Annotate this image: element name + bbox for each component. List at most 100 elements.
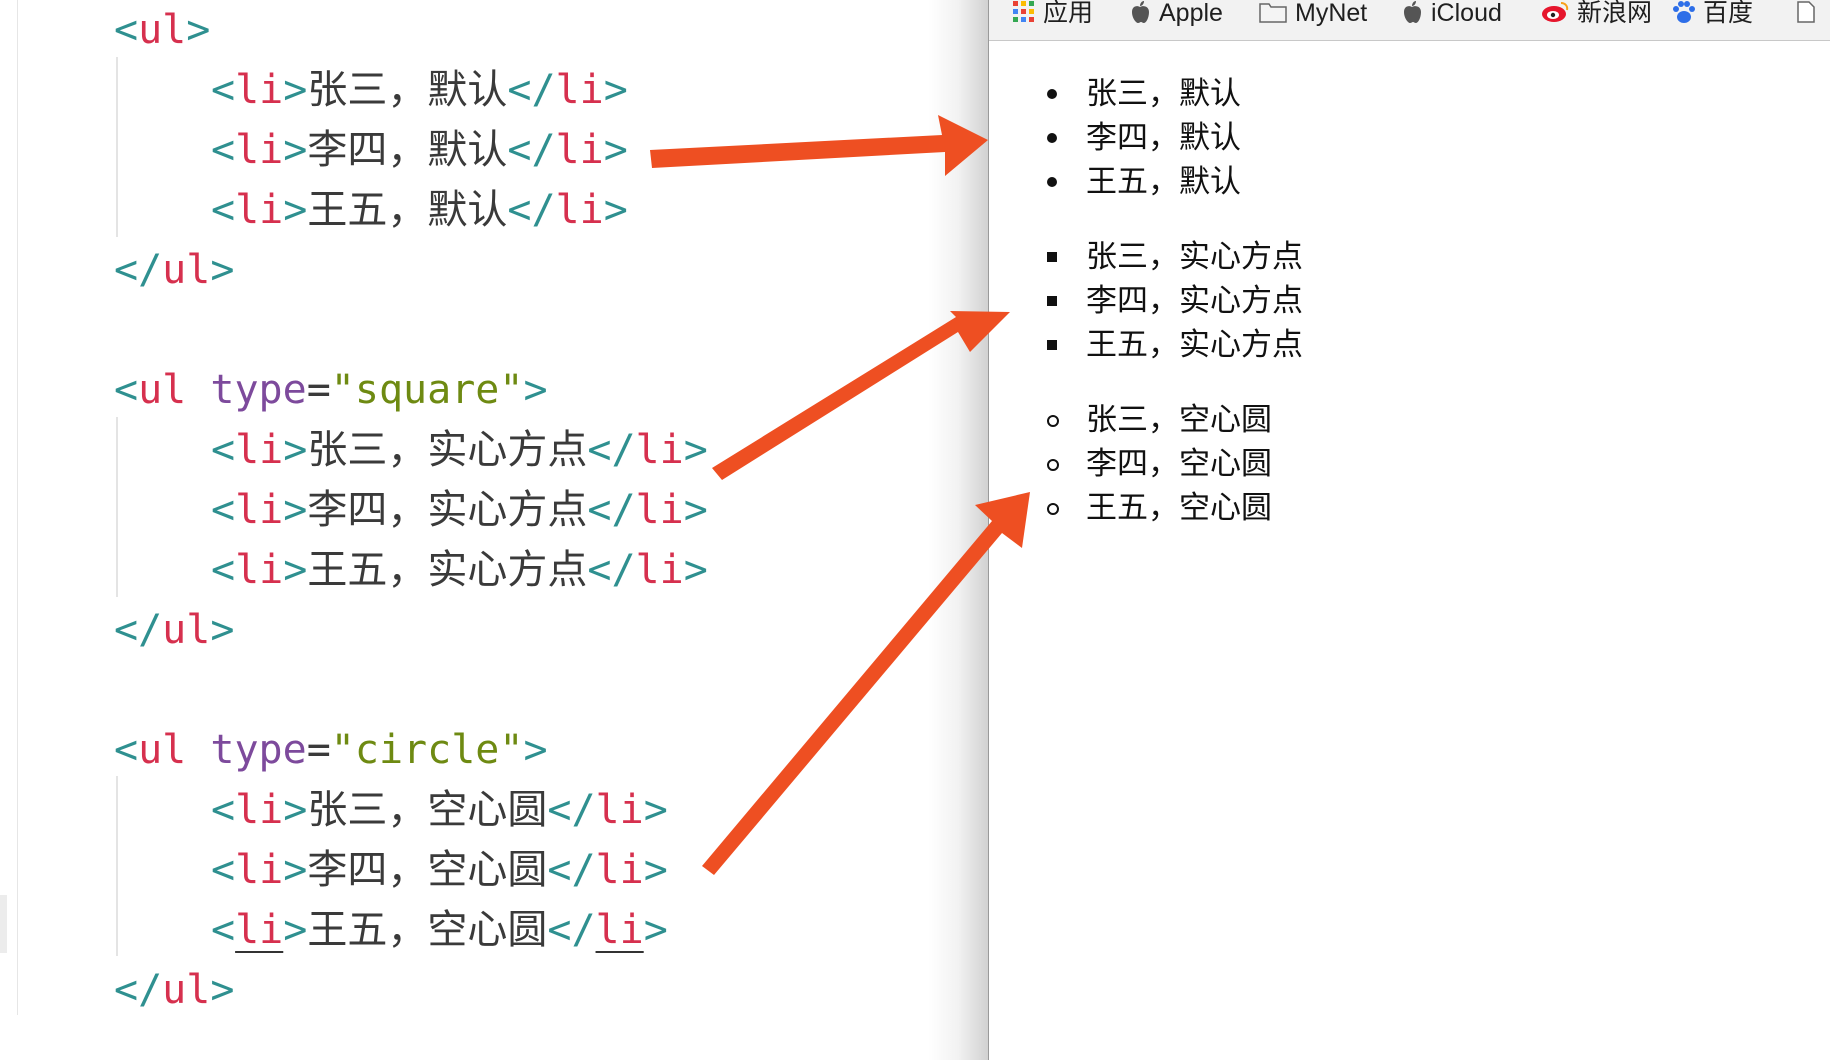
folder-icon	[1259, 1, 1287, 28]
bookmark-apple[interactable]: Apple	[1129, 0, 1223, 28]
code-line-li[interactable]: <li>李四，实心方点</li>	[211, 480, 708, 540]
code-line-ul-close[interactable]: </ul>	[114, 960, 234, 1020]
bookmark-label: iCloud	[1431, 0, 1502, 28]
list-item-text: 张三，空心圆	[1086, 402, 1272, 438]
bullet-disc-icon	[1047, 177, 1057, 187]
list-item: 李四，空心圆	[989, 442, 1272, 486]
tag-bracket: <	[211, 907, 236, 953]
tag-name: li	[555, 187, 604, 233]
tag-bracket: >	[603, 67, 628, 113]
tag-bracket: <	[114, 367, 139, 413]
tag-bracket: </	[587, 487, 636, 533]
bullet-circle-icon	[1047, 459, 1059, 471]
tag-bracket: >	[603, 127, 628, 173]
li-text: 王五，实心方点	[307, 547, 588, 593]
code-line-ul-open[interactable]: <ul>	[114, 0, 210, 60]
tag-name: li	[235, 787, 284, 833]
tag-bracket: >	[603, 187, 628, 233]
tag-bracket: >	[283, 187, 308, 233]
list-item: 张三，实心方点	[989, 235, 1303, 279]
bookmark-mynet[interactable]: MyNet	[1259, 0, 1367, 28]
bullet-square-icon	[1047, 252, 1057, 262]
code-line-ul-open[interactable]: <ul type="square">	[114, 360, 548, 420]
tag-bracket: >	[523, 367, 548, 413]
li-text: 王五，默认	[307, 187, 508, 233]
li-text: 张三，实心方点	[307, 427, 588, 473]
tag-bracket: </	[587, 547, 636, 593]
tag-name: li	[235, 67, 284, 113]
list-item-text: 张三，实心方点	[1086, 239, 1303, 275]
bullet-circle-icon	[1047, 415, 1059, 427]
li-text: 李四，默认	[307, 127, 508, 173]
tag-bracket: >	[283, 487, 308, 533]
code-line-li[interactable]: <li>张三，实心方点</li>	[211, 420, 708, 480]
tag-bracket: <	[211, 847, 236, 893]
bookmark-label: 应用	[1043, 0, 1094, 27]
tag-bracket: </	[114, 247, 163, 293]
tag-bracket: </	[547, 907, 596, 953]
bookmark-page[interactable]	[1797, 0, 1823, 28]
code-line-li[interactable]: <li>张三，空心圆</li>	[211, 780, 668, 840]
code-line-li[interactable]: <li>张三，默认</li>	[211, 60, 628, 120]
tag-name: li	[635, 547, 684, 593]
apple-icon	[1401, 0, 1423, 29]
tag-bracket: </	[507, 127, 556, 173]
list-item: 王五，默认	[989, 160, 1241, 204]
tag-bracket: </	[507, 187, 556, 233]
tag-name-matched: li	[595, 907, 644, 953]
tag-bracket: <	[211, 187, 236, 233]
tag-name: li	[555, 127, 604, 173]
rendered-list-square: 张三，实心方点 李四，实心方点 王五，实心方点	[989, 235, 1303, 367]
li-text: 李四，空心圆	[307, 847, 548, 893]
indent-guide	[116, 776, 118, 956]
tag-bracket: </	[114, 607, 163, 653]
tag-bracket: <	[211, 127, 236, 173]
code-line-ul-open[interactable]: <ul type="circle">	[114, 720, 548, 780]
code-line-li[interactable]: <li>李四，默认</li>	[211, 120, 628, 180]
weibo-icon	[1541, 0, 1569, 29]
rendered-list-circle: 张三，空心圆 李四，空心圆 王五，空心圆	[989, 398, 1272, 530]
attribute-equals: =	[306, 367, 331, 413]
tag-name: li	[235, 847, 284, 893]
tag-name: ul	[162, 607, 211, 653]
code-line-li[interactable]: <li>王五，默认</li>	[211, 180, 628, 240]
tag-name: li	[595, 847, 644, 893]
code-editor[interactable]: <ul> <li>张三，默认</li> <li>李四，默认</li> <li>王…	[0, 0, 988, 1060]
bookmark-baidu[interactable]: 百度	[1671, 0, 1753, 28]
bookmark-sina[interactable]: 新浪网	[1541, 0, 1652, 28]
list-item-text: 李四，默认	[1086, 120, 1241, 156]
gutter-divider	[17, 0, 18, 1015]
bookmark-icloud[interactable]: iCloud	[1401, 0, 1502, 28]
tag-bracket: >	[283, 127, 308, 173]
bookmark-apps[interactable]: 应用	[1013, 0, 1093, 28]
attribute-name: type	[210, 367, 307, 413]
attribute-name: type	[210, 727, 307, 773]
tag-bracket: <	[211, 427, 236, 473]
tag-name: li	[635, 427, 684, 473]
tag-bracket: </	[114, 967, 163, 1013]
tag-bracket: </	[547, 787, 596, 833]
list-item: 李四，默认	[989, 116, 1241, 160]
attribute-value: "circle"	[330, 727, 524, 773]
tag-bracket: <	[211, 547, 236, 593]
list-item-text: 张三，默认	[1086, 76, 1241, 112]
tag-bracket: >	[643, 787, 668, 833]
code-line-li-current[interactable]: <li>王五，空心圆</li>	[211, 900, 668, 960]
code-line-li[interactable]: <li>李四，空心圆</li>	[211, 840, 668, 900]
code-line-ul-close[interactable]: </ul>	[114, 600, 234, 660]
tag-bracket: <	[114, 7, 139, 53]
gutter-current-line-marker	[0, 895, 7, 953]
code-line-ul-close[interactable]: </ul>	[114, 240, 234, 300]
li-text: 王五，空心圆	[307, 907, 548, 953]
tag-bracket: >	[210, 967, 235, 1013]
list-item: 张三，空心圆	[989, 398, 1272, 442]
tag-bracket: <	[211, 487, 236, 533]
indent-guide	[116, 57, 118, 237]
tag-name: ul	[162, 247, 211, 293]
list-item-text: 王五，默认	[1086, 164, 1241, 200]
pane-shadow	[928, 0, 988, 1060]
tag-name: ul	[138, 727, 187, 773]
tag-bracket: >	[683, 547, 708, 593]
tag-name: li	[235, 427, 284, 473]
code-line-li[interactable]: <li>王五，实心方点</li>	[211, 540, 708, 600]
